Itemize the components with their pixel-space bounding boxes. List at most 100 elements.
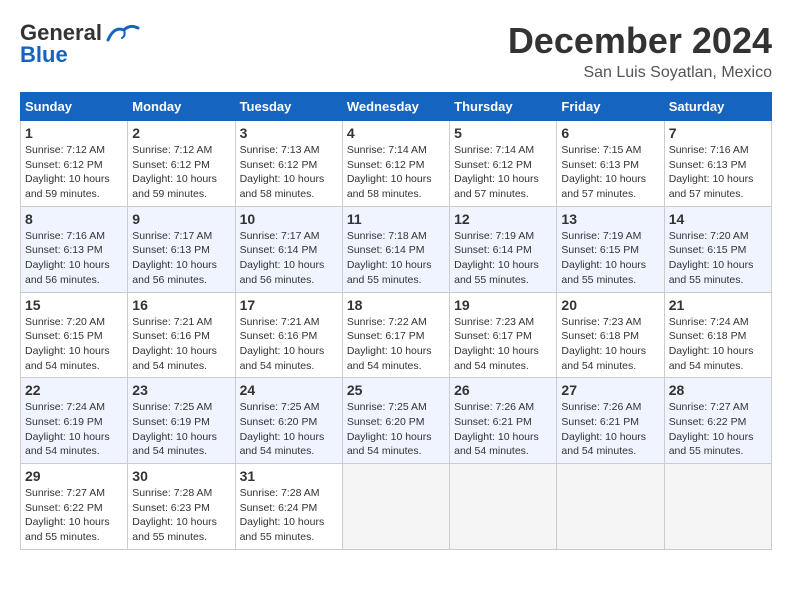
day-info: Sunrise: 7:27 AM Sunset: 6:22 PM Dayligh… xyxy=(25,486,123,545)
calendar-day-cell xyxy=(450,464,557,550)
calendar-week-row: 15 Sunrise: 7:20 AM Sunset: 6:15 PM Dayli… xyxy=(21,292,772,378)
calendar-week-row: 29Sunrise: 7:27 AM Sunset: 6:22 PM Dayli… xyxy=(21,464,772,550)
day-number: 30 xyxy=(132,468,230,484)
calendar-day-cell: 27Sunrise: 7:26 AM Sunset: 6:21 PM Dayli… xyxy=(557,378,664,464)
calendar-week-row: 1 Sunrise: 7:12 AM Sunset: 6:12 PM Daylig… xyxy=(21,121,772,207)
day-info: Sunrise: 7:14 AM Sunset: 6:12 PM Dayligh… xyxy=(347,143,445,202)
logo-bird-icon xyxy=(104,22,140,44)
calendar-day-cell: 8 Sunrise: 7:16 AM Sunset: 6:13 PM Daylig… xyxy=(21,206,128,292)
logo-blue: Blue xyxy=(20,42,68,68)
day-number: 6 xyxy=(561,125,659,141)
calendar-day-cell: 22 Sunrise: 7:24 AM Sunset: 6:19 PM Dayli… xyxy=(21,378,128,464)
day-info: Sunrise: 7:12 AM Sunset: 6:12 PM Dayligh… xyxy=(25,143,123,202)
day-info: Sunrise: 7:15 AM Sunset: 6:13 PM Dayligh… xyxy=(561,143,659,202)
calendar-day-cell: 7Sunrise: 7:16 AM Sunset: 6:13 PM Daylig… xyxy=(664,121,771,207)
weekday-header-row: SundayMondayTuesdayWednesdayThursdayFrid… xyxy=(21,93,772,121)
day-number: 23 xyxy=(132,382,230,398)
day-info: Sunrise: 7:28 AM Sunset: 6:23 PM Dayligh… xyxy=(132,486,230,545)
month-title: December 2024 xyxy=(508,20,772,62)
day-number: 2 xyxy=(132,125,230,141)
day-info: Sunrise: 7:17 AM Sunset: 6:14 PM Dayligh… xyxy=(240,229,338,288)
day-info: Sunrise: 7:24 AM Sunset: 6:19 PM Dayligh… xyxy=(25,400,123,459)
calendar-day-cell: 10 Sunrise: 7:17 AM Sunset: 6:14 PM Dayli… xyxy=(235,206,342,292)
calendar-day-cell: 9Sunrise: 7:17 AM Sunset: 6:13 PM Daylig… xyxy=(128,206,235,292)
day-number: 10 xyxy=(240,211,338,227)
day-info: Sunrise: 7:26 AM Sunset: 6:21 PM Dayligh… xyxy=(454,400,552,459)
day-info: Sunrise: 7:13 AM Sunset: 6:12 PM Dayligh… xyxy=(240,143,338,202)
calendar-day-cell: 12 Sunrise: 7:19 AM Sunset: 6:14 PM Dayli… xyxy=(450,206,557,292)
calendar-day-cell: 4 Sunrise: 7:14 AM Sunset: 6:12 PM Daylig… xyxy=(342,121,449,207)
day-number: 18 xyxy=(347,297,445,313)
day-number: 20 xyxy=(561,297,659,313)
calendar-day-cell: 20 Sunrise: 7:23 AM Sunset: 6:18 PM Dayli… xyxy=(557,292,664,378)
calendar-day-cell xyxy=(557,464,664,550)
day-number: 17 xyxy=(240,297,338,313)
day-info: Sunrise: 7:26 AM Sunset: 6:21 PM Dayligh… xyxy=(561,400,659,459)
calendar-day-cell: 13 Sunrise: 7:19 AM Sunset: 6:15 PM Dayli… xyxy=(557,206,664,292)
calendar-day-cell: 3 Sunrise: 7:13 AM Sunset: 6:12 PM Daylig… xyxy=(235,121,342,207)
calendar-day-cell: 16 Sunrise: 7:21 AM Sunset: 6:16 PM Dayli… xyxy=(128,292,235,378)
calendar-day-cell: 15 Sunrise: 7:20 AM Sunset: 6:15 PM Dayli… xyxy=(21,292,128,378)
weekday-header-saturday: Saturday xyxy=(664,93,771,121)
day-number: 14 xyxy=(669,211,767,227)
day-info: Sunrise: 7:17 AM Sunset: 6:13 PM Dayligh… xyxy=(132,229,230,288)
day-number: 11 xyxy=(347,211,445,227)
day-info: Sunrise: 7:19 AM Sunset: 6:14 PM Dayligh… xyxy=(454,229,552,288)
day-info: Sunrise: 7:14 AM Sunset: 6:12 PM Dayligh… xyxy=(454,143,552,202)
day-info: Sunrise: 7:25 AM Sunset: 6:20 PM Dayligh… xyxy=(347,400,445,459)
calendar-day-cell: 5Sunrise: 7:14 AM Sunset: 6:12 PM Daylig… xyxy=(450,121,557,207)
weekday-header-thursday: Thursday xyxy=(450,93,557,121)
calendar-table: SundayMondayTuesdayWednesdayThursdayFrid… xyxy=(20,92,772,550)
day-info: Sunrise: 7:24 AM Sunset: 6:18 PM Dayligh… xyxy=(669,315,767,374)
day-number: 22 xyxy=(25,382,123,398)
page-header: General Blue December 2024 San Luis Soya… xyxy=(20,20,772,82)
day-number: 4 xyxy=(347,125,445,141)
day-number: 8 xyxy=(25,211,123,227)
calendar-week-row: 22 Sunrise: 7:24 AM Sunset: 6:19 PM Dayli… xyxy=(21,378,772,464)
logo: General Blue xyxy=(20,20,140,68)
calendar-day-cell: 17 Sunrise: 7:21 AM Sunset: 6:16 PM Dayli… xyxy=(235,292,342,378)
calendar-day-cell: 18Sunrise: 7:22 AM Sunset: 6:17 PM Dayli… xyxy=(342,292,449,378)
day-info: Sunrise: 7:19 AM Sunset: 6:15 PM Dayligh… xyxy=(561,229,659,288)
location-title: San Luis Soyatlan, Mexico xyxy=(508,64,772,82)
calendar-day-cell: 2 Sunrise: 7:12 AM Sunset: 6:12 PM Daylig… xyxy=(128,121,235,207)
day-info: Sunrise: 7:20 AM Sunset: 6:15 PM Dayligh… xyxy=(25,315,123,374)
calendar-day-cell: 23 Sunrise: 7:25 AM Sunset: 6:19 PM Dayli… xyxy=(128,378,235,464)
day-info: Sunrise: 7:23 AM Sunset: 6:18 PM Dayligh… xyxy=(561,315,659,374)
day-number: 31 xyxy=(240,468,338,484)
day-number: 21 xyxy=(669,297,767,313)
day-number: 1 xyxy=(25,125,123,141)
weekday-header-friday: Friday xyxy=(557,93,664,121)
day-info: Sunrise: 7:21 AM Sunset: 6:16 PM Dayligh… xyxy=(240,315,338,374)
day-number: 13 xyxy=(561,211,659,227)
day-info: Sunrise: 7:18 AM Sunset: 6:14 PM Dayligh… xyxy=(347,229,445,288)
day-number: 12 xyxy=(454,211,552,227)
calendar-day-cell: 25Sunrise: 7:25 AM Sunset: 6:20 PM Dayli… xyxy=(342,378,449,464)
day-info: Sunrise: 7:20 AM Sunset: 6:15 PM Dayligh… xyxy=(669,229,767,288)
day-info: Sunrise: 7:12 AM Sunset: 6:12 PM Dayligh… xyxy=(132,143,230,202)
day-number: 28 xyxy=(669,382,767,398)
day-number: 15 xyxy=(25,297,123,313)
day-number: 3 xyxy=(240,125,338,141)
calendar-day-cell: 14 Sunrise: 7:20 AM Sunset: 6:15 PM Dayli… xyxy=(664,206,771,292)
calendar-day-cell: 6 Sunrise: 7:15 AM Sunset: 6:13 PM Daylig… xyxy=(557,121,664,207)
calendar-day-cell xyxy=(664,464,771,550)
day-info: Sunrise: 7:27 AM Sunset: 6:22 PM Dayligh… xyxy=(669,400,767,459)
day-number: 26 xyxy=(454,382,552,398)
calendar-day-cell: 26 Sunrise: 7:26 AM Sunset: 6:21 PM Dayli… xyxy=(450,378,557,464)
weekday-header-monday: Monday xyxy=(128,93,235,121)
title-area: December 2024 San Luis Soyatlan, Mexico xyxy=(508,20,772,82)
weekday-header-wednesday: Wednesday xyxy=(342,93,449,121)
day-number: 7 xyxy=(669,125,767,141)
calendar-week-row: 8 Sunrise: 7:16 AM Sunset: 6:13 PM Daylig… xyxy=(21,206,772,292)
day-number: 16 xyxy=(132,297,230,313)
calendar-day-cell: 19Sunrise: 7:23 AM Sunset: 6:17 PM Dayli… xyxy=(450,292,557,378)
day-info: Sunrise: 7:21 AM Sunset: 6:16 PM Dayligh… xyxy=(132,315,230,374)
day-info: Sunrise: 7:16 AM Sunset: 6:13 PM Dayligh… xyxy=(25,229,123,288)
day-info: Sunrise: 7:25 AM Sunset: 6:19 PM Dayligh… xyxy=(132,400,230,459)
day-info: Sunrise: 7:23 AM Sunset: 6:17 PM Dayligh… xyxy=(454,315,552,374)
calendar-day-cell: 29Sunrise: 7:27 AM Sunset: 6:22 PM Dayli… xyxy=(21,464,128,550)
calendar-day-cell: 11 Sunrise: 7:18 AM Sunset: 6:14 PM Dayli… xyxy=(342,206,449,292)
day-number: 24 xyxy=(240,382,338,398)
calendar-day-cell: 31Sunrise: 7:28 AM Sunset: 6:24 PM Dayli… xyxy=(235,464,342,550)
